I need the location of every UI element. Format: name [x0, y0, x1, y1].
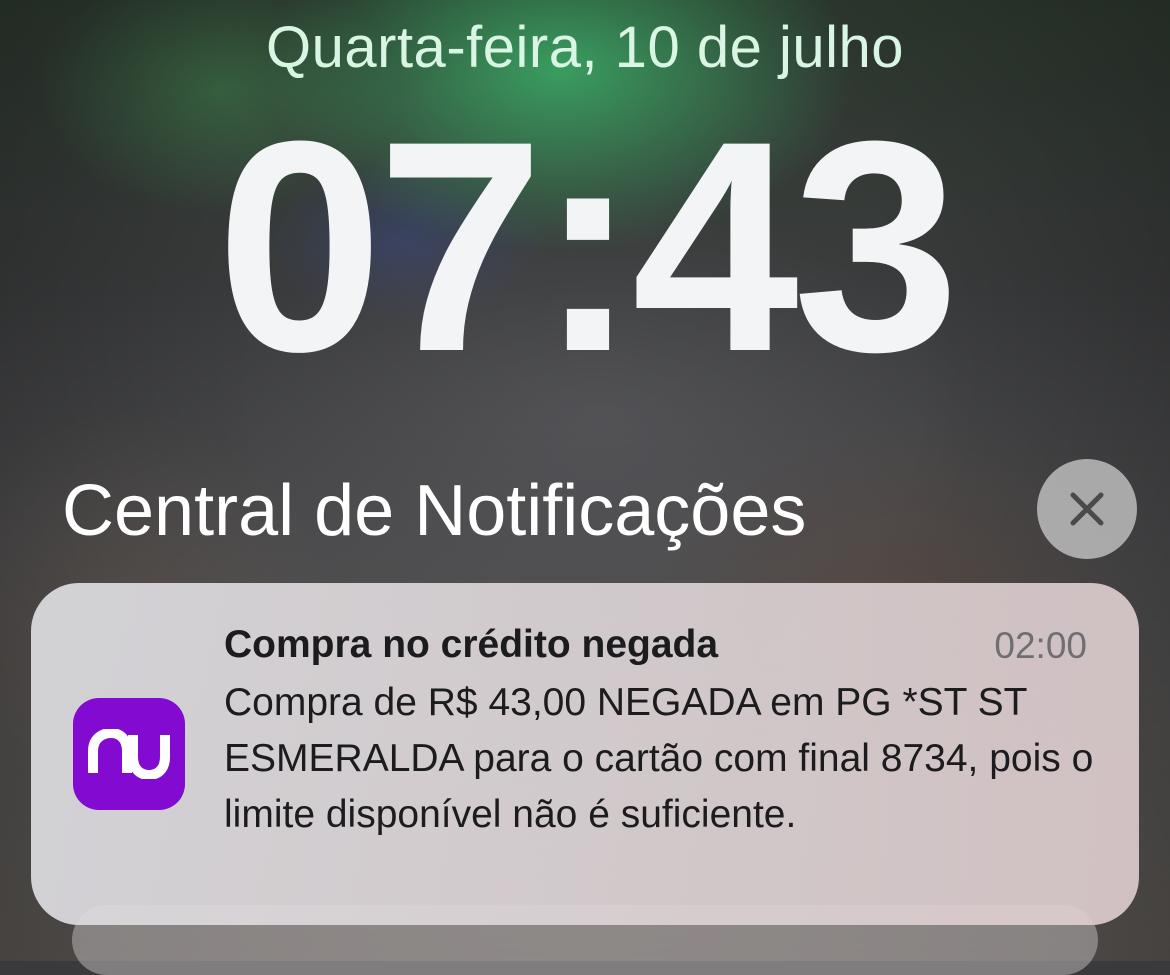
nubank-logo-icon: [88, 729, 170, 779]
clear-notifications-button[interactable]: [1037, 459, 1137, 559]
notification-center-title: Central de Notificações: [62, 471, 807, 551]
lock-screen-clock: 07:43: [216, 78, 959, 414]
nubank-app-icon: [73, 698, 185, 810]
close-icon: [1070, 492, 1104, 526]
notification-card[interactable]: Compra no crédito negada 02:00 Compra de…: [31, 583, 1139, 925]
notification-time: 02:00: [994, 625, 1087, 666]
notification-body: Compra de R$ 43,00 NEGADA em PG *ST ST E…: [224, 681, 1094, 836]
lock-screen-date: Quarta-feira, 10 de julho: [266, 15, 904, 80]
notification-title: Compra no crédito negada: [224, 623, 719, 666]
